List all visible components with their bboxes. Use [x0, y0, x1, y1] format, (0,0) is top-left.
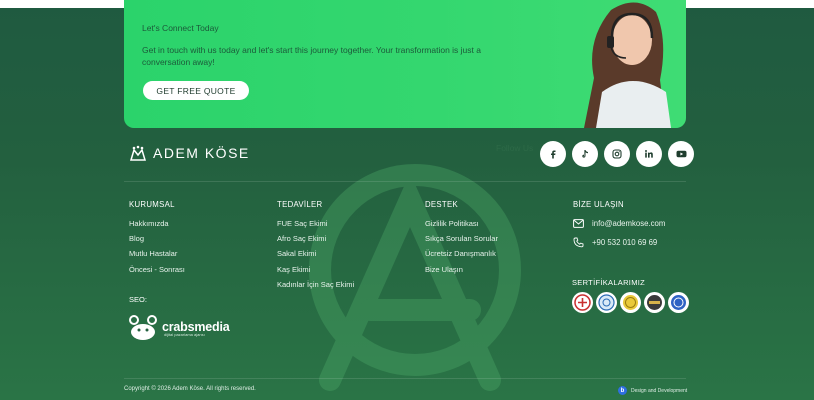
phone-text: +90 532 010 69 69 [592, 238, 658, 247]
crown-icon [129, 145, 147, 161]
column-heading: TEDAVİLER [277, 200, 323, 209]
contact-column: BİZE ULAŞIN info@ademkose.com +90 532 01… [573, 200, 665, 257]
iso-cert-icon [668, 292, 689, 313]
follow-label: Follow Us [496, 143, 534, 153]
brand-logo[interactable]: ADEM KÖSE [129, 144, 250, 162]
accreditation-icon [596, 292, 617, 313]
bottom-divider [124, 378, 686, 379]
link-gizlilik-politikasi[interactable]: Gizlilik Politikası [425, 219, 498, 228]
design-credit[interactable]: b Design and Development [618, 386, 687, 395]
tedaviler-column: TEDAVİLER FUE Saç Ekimi Afro Saç Ekimi S… [277, 200, 354, 295]
brand-name: ADEM KÖSE [153, 145, 250, 161]
column-heading: KURUMSAL [129, 200, 175, 209]
youtube-icon[interactable] [668, 141, 694, 167]
column-heading: BİZE ULAŞIN [573, 200, 624, 209]
crabsmedia-logo[interactable]: crabsmedia dijital pazarlama ajansı [128, 315, 230, 341]
get-free-quote-button[interactable]: GET FREE QUOTE [143, 81, 249, 100]
certificates-heading: SERTİFİKALARIMIZ [572, 278, 646, 287]
linkedin-icon[interactable] [636, 141, 662, 167]
link-mutlu-hastalar[interactable]: Mutlu Hastalar [129, 249, 185, 258]
phone-icon [573, 237, 584, 248]
tiktok-icon[interactable] [572, 141, 598, 167]
link-bize-ulasin[interactable]: Bize Ulaşın [425, 265, 498, 274]
agency-badge-icon: b [618, 386, 627, 395]
link-blog[interactable]: Blog [129, 234, 185, 243]
cta-eyebrow: Let's Connect Today [142, 23, 219, 33]
certificate-badges [572, 292, 689, 313]
gold-seal-icon [620, 292, 641, 313]
destek-column: DESTEK Gizlilik Politikası Sıkça Sorulan… [425, 200, 498, 280]
link-oncesi-sonrasi[interactable]: Öncesi - Sonrası [129, 265, 185, 274]
cta-text: Get in touch with us today and let's sta… [142, 45, 481, 67]
column-heading: DESTEK [425, 200, 458, 209]
instagram-icon[interactable] [604, 141, 630, 167]
link-sakal-ekimi[interactable]: Sakal Ekimi [277, 249, 354, 258]
link-fue-sac-ekimi[interactable]: FUE Saç Ekimi [277, 219, 354, 228]
health-cert-icon [572, 292, 593, 313]
link-ucretsiz-danismanlik[interactable]: Ücretsiz Danışmanlık [425, 249, 498, 258]
link-sss[interactable]: Sıkça Sorulan Sorular [425, 234, 498, 243]
link-kas-ekimi[interactable]: Kaş Ekimi [277, 265, 354, 274]
footer-divider [124, 181, 686, 182]
seo-label: SEO: [129, 295, 147, 304]
cta-card: Let's Connect Today Get in touch with us… [124, 0, 686, 128]
email-link[interactable]: info@ademkose.com [573, 219, 665, 228]
link-kadinlar-icin-sac-ekimi[interactable]: Kadınlar İçin Saç Ekimi [277, 280, 354, 289]
crab-icon [129, 315, 157, 340]
phone-link[interactable]: +90 532 010 69 69 [573, 237, 665, 248]
envelope-icon [573, 219, 584, 228]
link-afro-sac-ekimi[interactable]: Afro Saç Ekimi [277, 234, 354, 243]
facebook-icon[interactable] [540, 141, 566, 167]
design-credit-text: Design and Development [631, 387, 688, 394]
kurumsal-column: KURUMSAL Hakkımızda Blog Mutlu Hastalar … [129, 200, 185, 280]
link-hakkimizda[interactable]: Hakkımızda [129, 219, 185, 228]
email-text: info@ademkose.com [592, 219, 666, 228]
award-seal-icon [644, 292, 665, 313]
copyright-text: Copyright © 2026 Adem Köse. All rights r… [124, 386, 256, 392]
social-links [540, 141, 694, 167]
support-agent-image [584, 2, 671, 128]
